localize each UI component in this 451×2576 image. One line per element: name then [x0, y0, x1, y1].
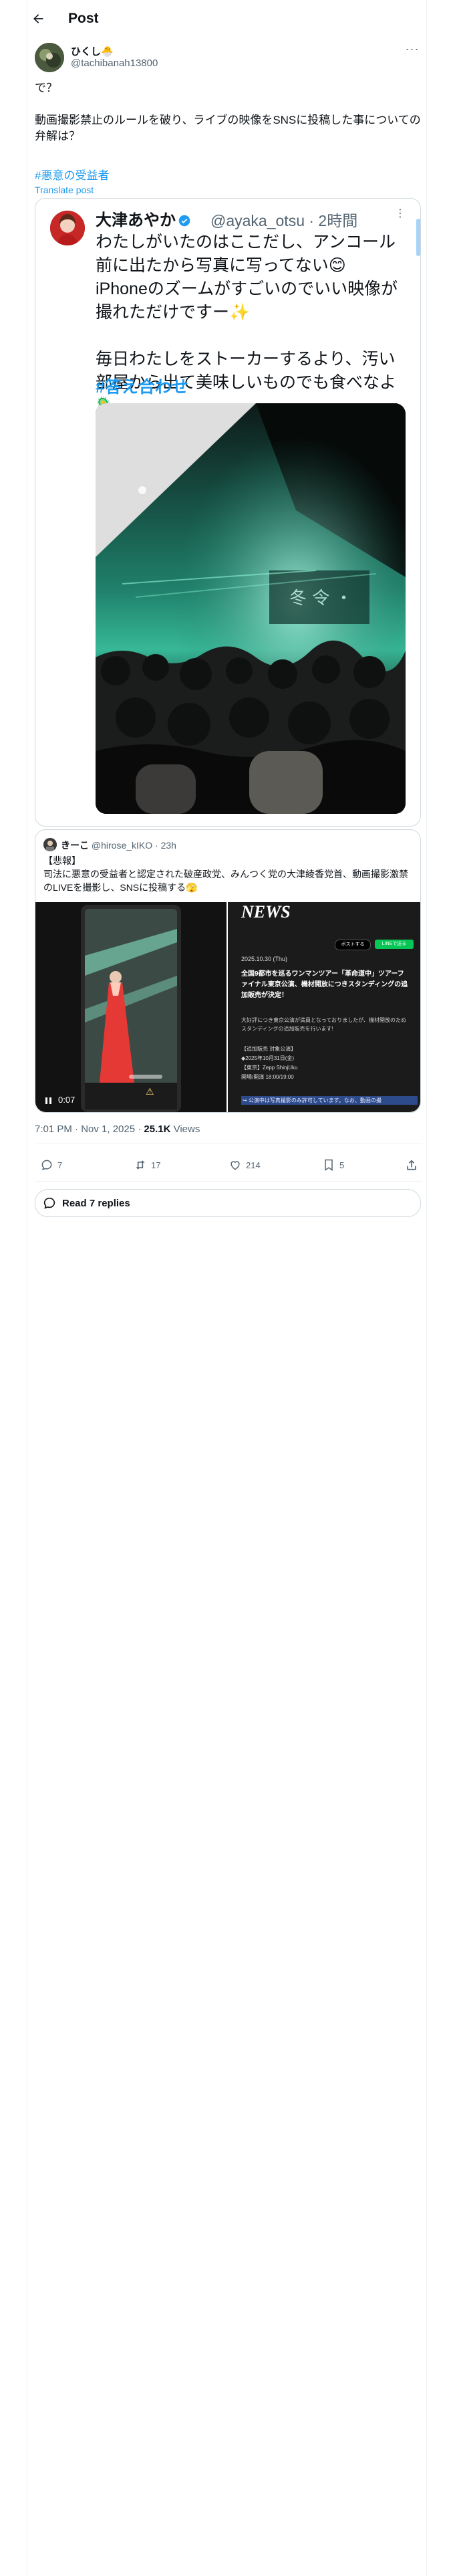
quoted-tweet[interactable]: きーこ @hirose_kIKO · 23h 【悲報】 司法に悪意の受益者と認定… — [35, 829, 421, 1113]
news-line-button: LINEで送る — [375, 940, 414, 949]
post-text-line-2: 動画撮影禁止のルールを破り、ライブの映像をSNSに投稿した事についての弁解は？ — [35, 114, 421, 142]
like-button[interactable]: 214 — [229, 1152, 261, 1178]
news-detail-1: 【追加販売 対象公演】 — [241, 1046, 297, 1052]
reply-icon — [41, 1160, 52, 1170]
quote2-text: 【悲報】 司法に悪意の受益者と認定された破産政党、みんつく党の大津綾香党首、動画… — [43, 855, 408, 893]
svg-text:⚠: ⚠ — [146, 1087, 154, 1097]
svg-text:冬 令 ・: 冬 令 ・ — [289, 588, 353, 609]
action-bar: 7 17 214 5 — [35, 1152, 422, 1178]
video-time: 0:07 — [58, 1095, 76, 1105]
more-icon: ··· — [405, 42, 420, 56]
share-icon — [407, 1160, 416, 1170]
views-count: 25.1K — [144, 1123, 171, 1135]
quoted-screenshot[interactable]: 大津あやか @ayaka_otsu · 2時間 ⋮ わたしがいたのはここだし、ア… — [35, 198, 421, 827]
quote-body-line-1: わたしがいたのはここだし、アンコール前に出たから写真に写ってない😊 — [96, 233, 396, 275]
quote-name-text: 大津あやか — [96, 211, 176, 229]
header: Post — [27, 0, 426, 37]
back-button[interactable] — [27, 7, 49, 30]
speech-bubble-icon — [43, 1197, 55, 1209]
author-handle[interactable]: @tachibanah13800 — [71, 58, 158, 69]
repost-icon — [136, 1160, 145, 1170]
bookmark-count: 5 — [339, 1160, 345, 1170]
post-time[interactable]: 7:01 PM · Nov 1, 2025 · — [35, 1123, 144, 1135]
divider — [35, 1181, 422, 1182]
video-player[interactable]: ⚠ 0:07 — [35, 902, 227, 1112]
quote2-name: きーこ — [61, 840, 89, 851]
share-button[interactable] — [405, 1152, 422, 1178]
news-detail-4: 開場/開演 18:00/19:00 — [241, 1074, 294, 1080]
news-title: NEWS — [241, 902, 291, 922]
news-image[interactable]: NEWS ポストする LINEで送る 2025.10.30 (Thu) 全国9都… — [228, 902, 420, 1112]
post-timestamp: 7:01 PM · Nov 1, 2025 · 25.1K Views — [35, 1123, 200, 1135]
quote-body-line-2: iPhoneのズームがすごいのでいい映像が撮れただけですー✨ — [96, 280, 398, 322]
news-body: 大好評につき東京公演が満員となっておりましたが、機材開放のため スタンディングの… — [241, 1017, 406, 1032]
quote-hashtag: #答え合わせ — [96, 378, 188, 397]
pause-button[interactable] — [45, 1096, 53, 1104]
translate-link[interactable]: Translate post — [35, 185, 94, 195]
news-detail-2: ◆2025年10月31日(金) — [241, 1055, 295, 1061]
news-detail-3: 【東京】Zepp ShinjUku — [241, 1065, 298, 1071]
reply-button[interactable]: 7 — [40, 1152, 62, 1178]
post-author: ひくし🐣 @tachibanah13800 ··· — [35, 43, 422, 74]
more-button[interactable]: ··· — [402, 42, 422, 58]
quote-name: 大津あやか — [96, 207, 190, 230]
pause-icon — [45, 1097, 51, 1104]
news-date: 2025.10.30 (Thu) — [241, 956, 288, 962]
scroll-indicator — [416, 219, 420, 256]
reply-count: 7 — [57, 1160, 63, 1170]
back-arrow-icon — [33, 14, 43, 23]
concert-photo: 冬 令 ・ — [96, 403, 406, 814]
like-count: 214 — [246, 1160, 261, 1170]
quote2-handle: @hirose_kIKO · 23h — [91, 840, 176, 851]
repost-count: 17 — [151, 1160, 161, 1170]
post-hashtag[interactable]: #悪意の受益者 — [35, 166, 109, 183]
post-page: Post ひくし🐣 @tachibanah13800 ··· で？ 動画撮影禁止… — [0, 0, 451, 2576]
news-post-button: ポストする — [335, 940, 371, 950]
quote2-media: ⚠ 0:07 NEWS ポストする LINEで送る 2025.10.30 (Th… — [35, 902, 420, 1112]
bookmark-icon — [325, 1159, 333, 1171]
column-border-right — [426, 0, 427, 2576]
news-headline: 全国9都市を巡るワンマンツアー「革命道中」ツアーファイナル東京公演、機材開放につ… — [241, 970, 408, 999]
page-title: Post — [68, 11, 99, 26]
like-icon — [231, 1161, 240, 1170]
author-name[interactable]: ひくし🐣 — [71, 44, 114, 58]
bookmark-button[interactable]: 5 — [322, 1152, 344, 1178]
read-replies-button[interactable]: Read 7 replies — [35, 1189, 421, 1217]
quote-avatar — [50, 211, 85, 245]
avatar[interactable] — [35, 43, 64, 72]
more-icon: ⋮ — [395, 208, 406, 219]
verified-icon — [178, 215, 190, 227]
quote2-avatar — [43, 838, 57, 851]
quote2-meta: きーこ @hirose_kIKO · 23h — [61, 839, 176, 852]
post-text-line-1: で？ — [35, 82, 57, 94]
read-replies-label: Read 7 replies — [62, 1197, 130, 1209]
news-caption: ↪ 公演中は写真撮影のみ許可しています。なお、動画の撮 — [241, 1096, 418, 1105]
views-label: Views — [170, 1123, 200, 1135]
quote-handle: @ayaka_otsu · 2時間 — [210, 212, 358, 229]
repost-button[interactable]: 17 — [134, 1152, 160, 1178]
